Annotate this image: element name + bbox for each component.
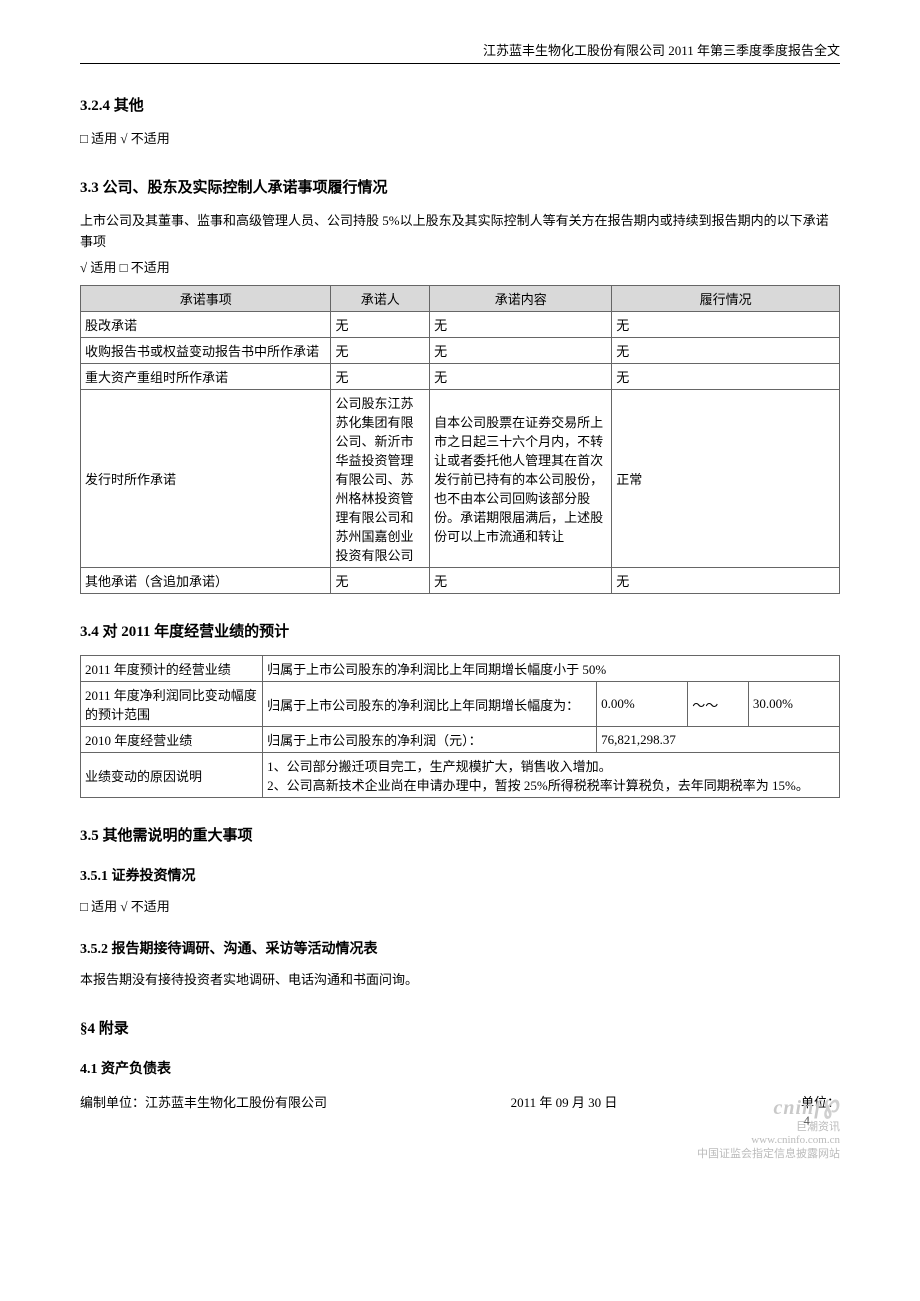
cell: 公司股东江苏苏化集团有限公司、新沂市华益投资管理有限公司、苏州格林投资管理有限公… [331, 390, 430, 568]
cell: 无 [612, 364, 840, 390]
table-row: 收购报告书或权益变动报告书中所作承诺 无 无 无 [81, 338, 840, 364]
heading-section-4: §4 附录 [80, 1017, 840, 1038]
watermark-logo-swoosh-icon: ℘ [819, 1087, 841, 1120]
cell: 股改承诺 [81, 312, 331, 338]
cell: 发行时所作承诺 [81, 390, 331, 568]
cell: 重大资产重组时所作承诺 [81, 364, 331, 390]
cell: 其他承诺（含追加承诺） [81, 568, 331, 594]
cell-amount: 76,821,298.37 [597, 727, 840, 753]
watermark-subtitle: 巨潮资讯 [796, 1121, 840, 1133]
heading-4-1: 4.1 资产负债表 [80, 1058, 840, 1078]
note-3-5-2: 本报告期没有接待投资者实地调研、电话沟通和书面问询。 [80, 970, 840, 991]
col-commitment-item: 承诺事项 [81, 286, 331, 312]
heading-3-2-4: 3.2.4 其他 [80, 94, 840, 115]
cell-label: 业绩变动的原因说明 [81, 753, 263, 798]
table-row: 其他承诺（含追加承诺） 无 无 无 [81, 568, 840, 594]
cell: 无 [612, 312, 840, 338]
cell-sep: ～～ [688, 682, 749, 727]
watermark-url: www.cninfo.com.cn [751, 1134, 840, 1146]
compiler-label: 编制单位：江苏蓝丰生物化工股份有限公司 [80, 1092, 327, 1111]
watermark-desc: 中国证监会指定信息披露网站 [697, 1148, 840, 1160]
cell-label: 2011 年度净利润同比变动幅度的预计范围 [81, 682, 263, 727]
col-commitment-status: 履行情况 [612, 286, 840, 312]
cell: 无 [612, 568, 840, 594]
cell: 无 [430, 312, 612, 338]
forecast-table: 2011 年度预计的经营业绩 归属于上市公司股东的净利润比上年同期增长幅度小于 … [80, 655, 840, 798]
table-header-row: 承诺事项 承诺人 承诺内容 履行情况 [81, 286, 840, 312]
cell-min: 0.00% [597, 682, 688, 727]
table-row: 重大资产重组时所作承诺 无 无 无 [81, 364, 840, 390]
cell: 收购报告书或权益变动报告书中所作承诺 [81, 338, 331, 364]
cell-label: 2010 年度经营业绩 [81, 727, 263, 753]
heading-3-5: 3.5 其他需说明的重大事项 [80, 824, 840, 845]
heading-3-5-1: 3.5.1 证券投资情况 [80, 865, 840, 885]
cell: 无 [331, 568, 430, 594]
heading-3-5-2: 3.5.2 报告期接待调研、沟通、采访等活动情况表 [80, 938, 840, 958]
cell-reason: 1、公司部分搬迁项目完工，生产规模扩大，销售收入增加。 2、公司高新技术企业尚在… [263, 753, 840, 798]
col-commitment-content: 承诺内容 [430, 286, 612, 312]
table-row: 2011 年度预计的经营业绩 归属于上市公司股东的净利润比上年同期增长幅度小于 … [81, 656, 840, 682]
page-header: 江苏蓝丰生物化工股份有限公司 2011 年第三季度季度报告全文 [80, 40, 840, 64]
cell-value: 归属于上市公司股东的净利润比上年同期增长幅度为： [263, 682, 597, 727]
cell-value: 归属于上市公司股东的净利润比上年同期增长幅度小于 50% [263, 656, 840, 682]
commitments-table: 承诺事项 承诺人 承诺内容 履行情况 股改承诺 无 无 无 收购报告书或权益变动… [80, 285, 840, 594]
watermark-logo-text: cninf [774, 1097, 822, 1119]
cell: 无 [430, 568, 612, 594]
cell-max: 30.00% [748, 682, 839, 727]
cell: 无 [430, 338, 612, 364]
cell: 自本公司股票在证券交易所上市之日起三十六个月内，不转让或者委托他人管理其在首次发… [430, 390, 612, 568]
applicable-note-3-2-4: □ 适用 √ 不适用 [80, 129, 840, 150]
intro-3-3: 上市公司及其董事、监事和高级管理人员、公司持股 5%以上股东及其实际控制人等有关… [80, 211, 840, 253]
heading-3-4: 3.4 对 2011 年度经营业绩的预计 [80, 620, 840, 641]
table-row: 股改承诺 无 无 无 [81, 312, 840, 338]
cell: 正常 [612, 390, 840, 568]
table-row: 2011 年度净利润同比变动幅度的预计范围 归属于上市公司股东的净利润比上年同期… [81, 682, 840, 727]
report-date: 2011 年 09 月 30 日 [511, 1092, 618, 1111]
cell-label: 2011 年度预计的经营业绩 [81, 656, 263, 682]
cell: 无 [331, 312, 430, 338]
cell: 无 [331, 338, 430, 364]
cell: 无 [331, 364, 430, 390]
applicable-note-3-3: √ 适用 □ 不适用 [80, 258, 840, 279]
heading-3-3: 3.3 公司、股东及实际控制人承诺事项履行情况 [80, 176, 840, 197]
cell: 无 [430, 364, 612, 390]
table-row: 2010 年度经营业绩 归属于上市公司股东的净利润（元）： 76,821,298… [81, 727, 840, 753]
table-row: 发行时所作承诺 公司股东江苏苏化集团有限公司、新沂市华益投资管理有限公司、苏州格… [81, 390, 840, 568]
watermark: cninf℘ 巨潮资讯 www.cninfo.com.cn 中国证监会指定信息披… [697, 1090, 840, 1161]
col-commitment-person: 承诺人 [331, 286, 430, 312]
applicable-note-3-5-1: □ 适用 √ 不适用 [80, 897, 840, 918]
cell: 无 [612, 338, 840, 364]
table-row: 业绩变动的原因说明 1、公司部分搬迁项目完工，生产规模扩大，销售收入增加。 2、… [81, 753, 840, 798]
cell-value: 归属于上市公司股东的净利润（元）： [263, 727, 597, 753]
